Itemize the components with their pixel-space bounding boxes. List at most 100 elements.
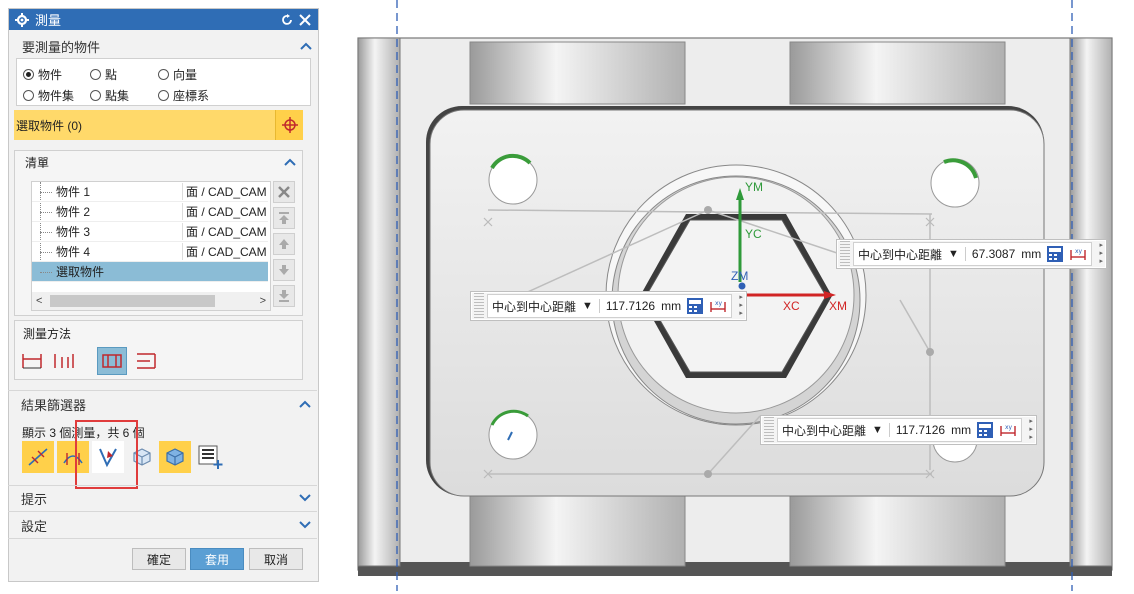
crosshair-select-button[interactable] [275, 110, 303, 140]
section-divider [8, 390, 317, 391]
callout-dropdown-icon[interactable]: ▼ [948, 248, 959, 260]
radio-circle [23, 69, 34, 80]
radio-object-set[interactable]: 物件集 [23, 87, 74, 104]
method-screen-distance-button[interactable] [97, 347, 127, 375]
callout-menu-icon[interactable]: ▸ ▸ ▸ [1026, 418, 1036, 442]
list-item[interactable]: 物件 3面 / CAD_CAM [32, 222, 268, 242]
callout-menu-icon[interactable]: ▸ ▸ ▸ [1096, 242, 1106, 266]
cancel-button[interactable]: 取消 [249, 548, 303, 570]
radio-point-set[interactable]: 點集 [90, 87, 129, 104]
method-distance-button[interactable] [17, 347, 47, 375]
radio-vector[interactable]: 向量 [158, 66, 197, 83]
objects-section-header[interactable]: 要測量的物件 [9, 34, 318, 58]
drag-handle[interactable] [764, 417, 774, 443]
dialog-title: 測量 [35, 13, 62, 28]
filter-add-button[interactable] [194, 441, 226, 473]
method-projected-button[interactable] [49, 347, 79, 375]
svg-text:xy: xy [1075, 248, 1083, 255]
scroll-thumb[interactable] [50, 295, 215, 307]
apply-button[interactable]: 套用 [190, 548, 244, 570]
chevron-up-icon [299, 400, 311, 408]
calculator-icon[interactable] [976, 421, 994, 439]
hole-top-left [488, 153, 538, 205]
scroll-left-icon[interactable]: < [36, 295, 42, 307]
reset-icon[interactable] [280, 13, 294, 27]
radio-label: 點集 [105, 89, 130, 103]
radio-point[interactable]: 點 [90, 66, 117, 83]
move-bottom-icon [279, 290, 289, 302]
callout-value[interactable]: 117.7126 [598, 299, 655, 313]
radio-object[interactable]: 物件 [23, 66, 62, 83]
callout-value[interactable]: 67.3087 [964, 247, 1015, 261]
list-item[interactable]: 物件 1面 / CAD_CAM [32, 182, 268, 202]
distance-filter-icon [28, 448, 48, 466]
list-item[interactable]: 物件 2面 / CAD_CAM [32, 202, 268, 222]
list-item-name: 物件 4 [32, 243, 182, 260]
list-item[interactable]: 物件 4面 / CAD_CAM [32, 242, 268, 262]
length-icon [137, 353, 156, 369]
axis-label-xm: XM [829, 299, 847, 313]
list-item-name: 選取物件 [32, 263, 182, 280]
list-item-type: 面 / CAD_CAM [182, 243, 268, 260]
right-rail [1069, 37, 1113, 567]
radio-label: 點 [105, 68, 118, 82]
calculator-icon[interactable] [686, 297, 704, 315]
callout-dropdown-icon[interactable]: ▼ [582, 300, 593, 312]
crosshair-icon [281, 117, 298, 133]
measure-callout[interactable]: 中心到中心距離 ▼ 67.3087 mm xy ▸ ▸ ▸ [836, 239, 1108, 269]
horizontal-scrollbar[interactable]: < > [32, 292, 270, 310]
scroll-right-icon[interactable]: > [260, 295, 266, 307]
drag-handle[interactable] [840, 241, 850, 267]
dimension-icon[interactable]: xy [1069, 245, 1087, 263]
list-action-buttons [273, 181, 297, 311]
move-down-icon [279, 265, 289, 275]
callout-menu-icon[interactable]: ▸ ▸ ▸ [736, 294, 746, 318]
callout-dropdown-icon[interactable]: ▼ [872, 424, 883, 436]
radio-label: 座標系 [173, 89, 210, 103]
move-to-bottom-button[interactable] [273, 285, 295, 307]
radio-circle [158, 69, 169, 80]
move-down-button[interactable] [273, 259, 295, 281]
filter-section-header[interactable]: 結果篩選器 [8, 392, 317, 416]
section-divider [8, 511, 317, 512]
top-left-notch [469, 41, 686, 105]
ok-button[interactable]: 確定 [132, 548, 186, 570]
svg-text:xy: xy [715, 300, 723, 307]
measure-callout[interactable]: 中心到中心距離 ▼ 117.7126 mm xy ▸ ▸ ▸ [760, 415, 1038, 445]
filter-mass-button[interactable] [159, 441, 191, 473]
drag-handle[interactable] [474, 293, 484, 319]
remove-item-button[interactable] [273, 181, 295, 203]
chevron-up-icon [300, 42, 312, 50]
list-item-type: 面 / CAD_CAM [182, 223, 268, 240]
measure-callout[interactable]: 中心到中心距離 ▼ 117.7126 mm xy ▸ ▸ ▸ [470, 291, 748, 321]
calculator-icon[interactable] [1046, 245, 1064, 263]
move-to-top-button[interactable] [273, 207, 295, 229]
gear-icon [15, 12, 29, 27]
list-item-selected[interactable]: 選取物件 [32, 262, 268, 282]
dimension-icon[interactable]: xy [999, 421, 1017, 439]
callout-value[interactable]: 117.7126 [888, 423, 945, 437]
left-rail [357, 37, 401, 567]
cube-solid-icon [166, 448, 184, 466]
dimension-icon[interactable]: xy [709, 297, 727, 315]
object-list[interactable]: 物件 1面 / CAD_CAM 物件 2面 / CAD_CAM 物件 3面 / … [31, 181, 271, 311]
radio-csys[interactable]: 座標系 [158, 87, 209, 104]
bottom-right-notch [789, 489, 1006, 567]
axis-label-ym: YM [745, 180, 763, 194]
hints-section-header[interactable]: 提示 [8, 486, 317, 510]
method-length-button[interactable] [131, 347, 161, 375]
callout-body: 中心到中心距離 ▼ 67.3087 mm xy [853, 242, 1093, 266]
filter-distance-button[interactable] [22, 441, 54, 473]
settings-section-header[interactable]: 設定 [8, 513, 317, 537]
chevron-up-icon [284, 158, 296, 166]
list-section-label: 清單 [25, 155, 50, 170]
close-icon[interactable] [298, 13, 312, 27]
callout-body: 中心到中心距離 ▼ 117.7126 mm xy [777, 418, 1023, 442]
graphics-viewport[interactable]: YM YC ZM XC XM 中心到中心距離 ▼ 67.3087 mm xy ▸… [340, 0, 1134, 591]
move-top-icon [279, 212, 289, 224]
callout-label: 中心到中心距離 [858, 247, 943, 262]
list-section-header[interactable]: 清單 [15, 151, 302, 173]
bottom-left-notch [469, 489, 686, 567]
select-object-row[interactable]: 選取物件 (0) [14, 110, 303, 140]
move-up-button[interactable] [273, 233, 295, 255]
